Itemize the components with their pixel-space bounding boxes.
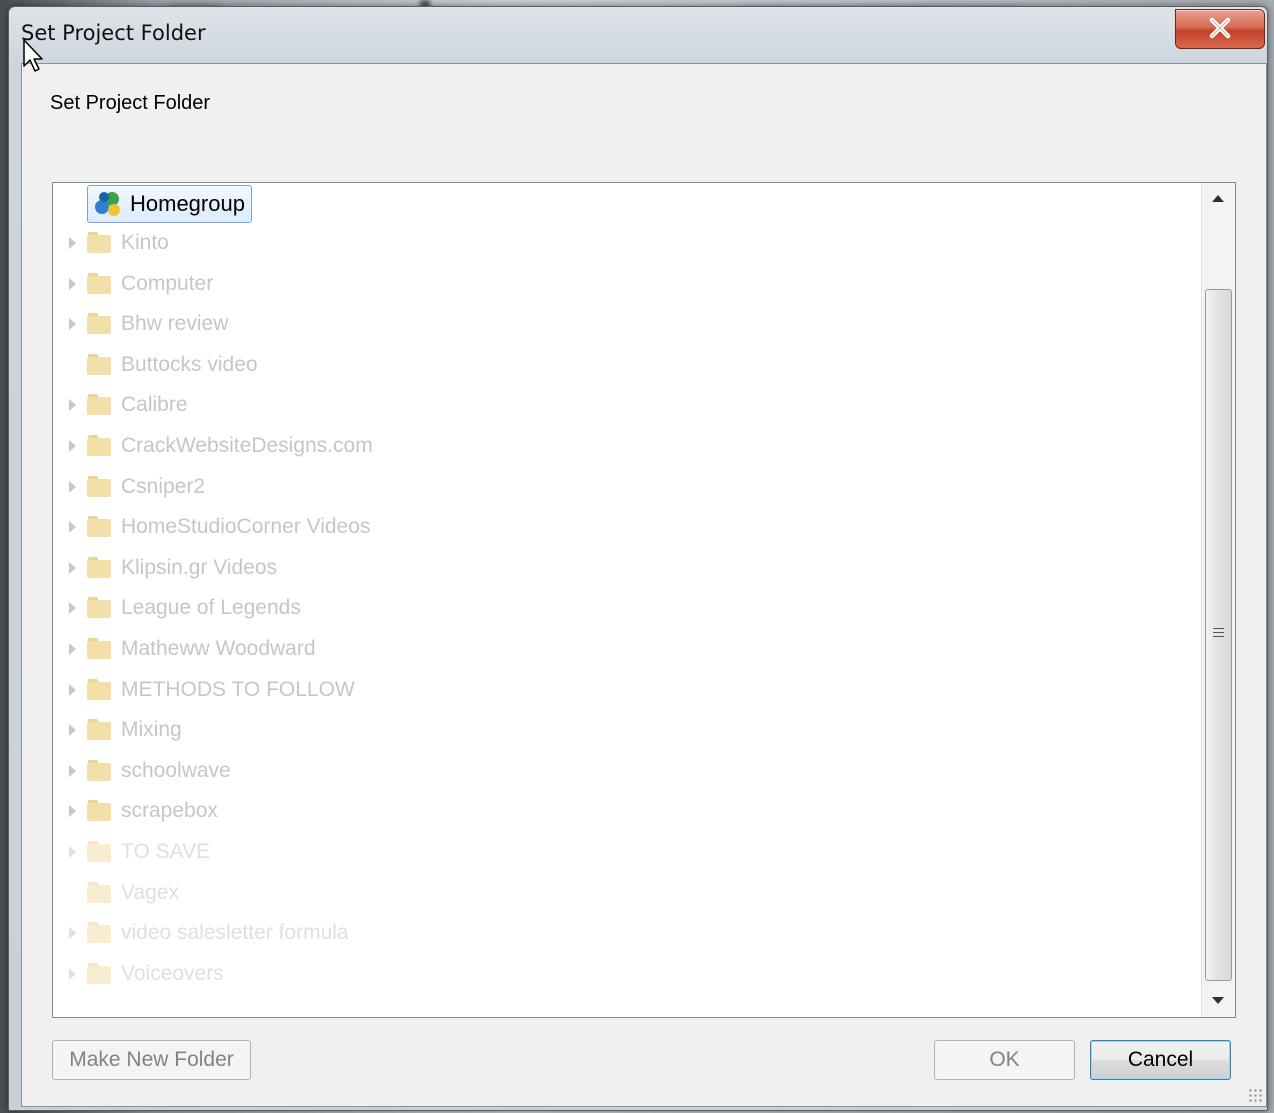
folder-icon [87, 962, 113, 986]
expand-arrow-icon[interactable] [69, 967, 76, 980]
tree-item[interactable]: Calibre [69, 387, 188, 423]
expand-arrow-icon[interactable] [69, 399, 76, 412]
folder-icon [87, 393, 113, 417]
tree-item[interactable]: TO SAVE [69, 834, 211, 870]
tree-item-label: Homegroup [130, 191, 245, 216]
expand-arrow-icon[interactable] [69, 318, 76, 331]
tree-item-label: HomeStudioCorner Videos [121, 515, 371, 539]
dialog-body: Set Project Folder Homegroup Kinto Comput… [21, 63, 1267, 1107]
vertical-scrollbar[interactable] [1201, 183, 1235, 1017]
expand-arrow-icon[interactable] [69, 805, 76, 818]
folder-icon [87, 799, 113, 823]
expand-arrow-icon[interactable] [69, 643, 76, 655]
tree-item-label: Csniper2 [121, 474, 206, 498]
tree-item-label: CrackWebsiteDesigns.com [121, 434, 373, 457]
dialog-window: Set Project Folder Set Project Folder Ho… [8, 6, 1268, 1111]
tree-item-label: Calibre [121, 393, 188, 417]
tree-item[interactable]: Kinto [69, 225, 169, 261]
folder-icon [87, 353, 113, 377]
close-button[interactable] [1175, 9, 1265, 49]
folder-icon [87, 434, 113, 458]
tree-item-label: Bhw review [121, 312, 229, 336]
folder-icon [87, 759, 113, 783]
tree-item[interactable]: Computer [69, 266, 214, 302]
folder-icon [87, 921, 113, 945]
cancel-button[interactable]: Cancel [1090, 1040, 1231, 1080]
title-bar[interactable]: Set Project Folder [9, 7, 1267, 63]
make-new-folder-button[interactable]: Make New Folder [52, 1040, 251, 1080]
folder-icon [87, 596, 113, 620]
tree-item-label: Vagex [121, 880, 179, 904]
folder-icon [87, 637, 113, 661]
tree-item[interactable]: Voiceovers [69, 956, 224, 992]
tree-item-label: Buttocks video [121, 352, 258, 376]
folder-icon [87, 840, 113, 864]
tree-item[interactable]: Buttocks video [87, 347, 258, 383]
expand-arrow-icon[interactable] [69, 602, 76, 615]
tree-items: Homegroup Kinto Computer Bhw review Buttock… [53, 183, 1201, 1017]
tree-item[interactable]: Csniper2 [69, 469, 206, 505]
tree-item-label: League of Legends [121, 596, 301, 620]
expand-arrow-icon[interactable] [69, 724, 76, 737]
tree-item-label: Mixing [121, 718, 182, 742]
folder-tree[interactable]: Homegroup Kinto Computer Bhw review Buttock… [52, 182, 1236, 1018]
tree-item-label: Computer [121, 271, 214, 295]
close-icon [1209, 17, 1231, 39]
folder-icon [87, 312, 113, 336]
tree-item[interactable]: video salesletter formula [69, 915, 349, 951]
tree-item[interactable]: HomeStudioCorner Videos [69, 509, 371, 545]
tree-item-label: TO SAVE [121, 840, 211, 863]
tree-item-label: METHODS TO FOLLOW [121, 677, 355, 701]
expand-arrow-icon[interactable] [69, 683, 76, 696]
tree-item[interactable]: METHODS TO FOLLOW [69, 672, 355, 708]
tree-item[interactable]: Bhw review [69, 306, 229, 342]
scroll-thumb[interactable] [1205, 289, 1232, 981]
folder-icon [87, 678, 113, 702]
tree-item-label: Klipsin.gr Videos [121, 555, 278, 579]
tree-item[interactable]: schoolwave [69, 753, 231, 789]
chevron-up-icon [1212, 195, 1224, 202]
tree-item-label: schoolwave [121, 758, 231, 782]
tree-item-label: video salesletter formula [121, 921, 349, 945]
folder-icon [87, 718, 113, 742]
tree-item[interactable]: CrackWebsiteDesigns.com [69, 428, 373, 464]
instruction-text: Set Project Folder [50, 92, 211, 114]
folder-icon [87, 515, 113, 539]
expand-arrow-icon[interactable] [69, 440, 76, 452]
expand-arrow-icon[interactable] [69, 846, 76, 858]
expand-arrow-icon[interactable] [69, 480, 76, 493]
expand-arrow-icon[interactable] [69, 521, 76, 534]
expand-arrow-icon[interactable] [69, 764, 76, 777]
folder-icon [87, 881, 113, 905]
folder-icon [87, 475, 113, 499]
tree-item[interactable]: Klipsin.gr Videos [69, 550, 278, 586]
tree-item[interactable]: scrapebox [69, 793, 218, 829]
tree-item-label: Kinto [121, 231, 169, 254]
user-folder-icon [87, 231, 113, 255]
mouse-cursor-icon [23, 39, 43, 72]
computer-icon [87, 272, 113, 296]
scroll-up-button[interactable] [1202, 183, 1235, 215]
expand-arrow-icon[interactable] [69, 277, 76, 290]
chevron-down-icon [1212, 997, 1224, 1004]
folder-icon [87, 556, 113, 580]
grip-icon [1213, 628, 1224, 640]
tree-item[interactable]: Mixing [69, 712, 182, 748]
ok-button[interactable]: OK [934, 1040, 1075, 1080]
expand-arrow-icon[interactable] [69, 927, 76, 940]
tree-item[interactable]: Matheww Woodward [69, 631, 316, 667]
expand-arrow-icon[interactable] [69, 561, 76, 574]
tree-item-label: scrapebox [121, 799, 218, 823]
homegroup-icon [95, 192, 120, 216]
tree-item[interactable]: League of Legends [69, 590, 301, 626]
tree-item-label: Matheww Woodward [121, 637, 316, 660]
scroll-down-button[interactable] [1202, 985, 1235, 1017]
resize-grip[interactable] [1248, 1088, 1262, 1102]
window-title: Set Project Folder [21, 21, 206, 45]
tree-item-label: Voiceovers [121, 961, 224, 985]
tree-item[interactable]: Vagex [87, 875, 179, 911]
expand-arrow-icon[interactable] [69, 237, 76, 249]
tree-item-homegroup[interactable]: Homegroup [87, 185, 252, 223]
